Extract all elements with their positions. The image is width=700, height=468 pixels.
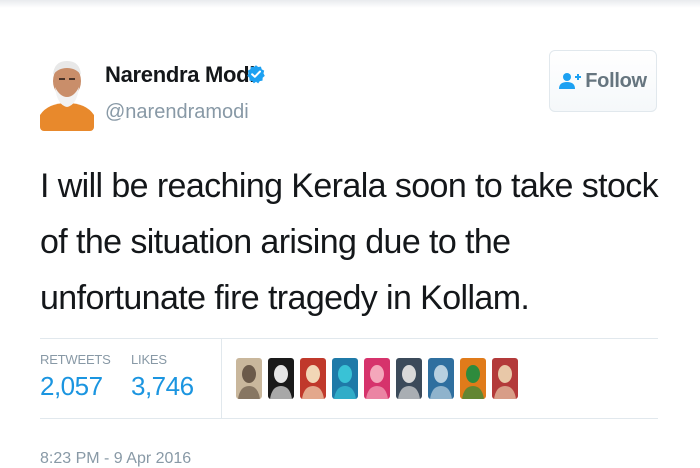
liker-avatar[interactable] — [332, 358, 358, 399]
liker-avatar[interactable] — [268, 358, 294, 399]
liker-avatars — [236, 358, 518, 399]
user-name[interactable]: Narendra Modi — [105, 62, 255, 88]
liker-avatar[interactable] — [236, 358, 262, 399]
liker-avatar[interactable] — [428, 358, 454, 399]
liker-avatar[interactable] — [460, 358, 486, 399]
likes-stat[interactable]: LIKES 3,746 — [131, 352, 194, 402]
likes-label: LIKES — [131, 352, 167, 367]
verified-badge-icon — [247, 65, 265, 84]
stats-top-divider — [40, 338, 658, 339]
avatar-image — [40, 53, 94, 131]
likes-count: 3,746 — [131, 371, 194, 401]
follow-button-label: Follow — [585, 69, 647, 92]
liker-avatar[interactable] — [492, 358, 518, 399]
retweets-stat[interactable]: RETWEETS 2,057 — [40, 352, 111, 402]
tweet-card: Narendra Modi @narendramodi Follow I wil… — [0, 0, 700, 468]
tweet-timestamp[interactable]: 8:23 PM - 9 Apr 2016 — [40, 450, 191, 468]
stats-bottom-divider — [40, 418, 658, 419]
retweets-label: RETWEETS — [40, 352, 111, 367]
tweet-text: I will be reaching Kerala soon to take s… — [40, 167, 659, 317]
liker-avatar[interactable] — [396, 358, 422, 399]
follow-button[interactable]: Follow — [549, 50, 657, 112]
liker-avatar[interactable] — [364, 358, 390, 399]
retweets-count: 2,057 — [40, 371, 103, 401]
user-handle[interactable]: @narendramodi — [105, 101, 249, 124]
liker-avatar[interactable] — [300, 358, 326, 399]
avatar[interactable] — [40, 53, 94, 131]
stats-vertical-divider — [221, 339, 222, 418]
add-user-icon — [559, 73, 582, 89]
